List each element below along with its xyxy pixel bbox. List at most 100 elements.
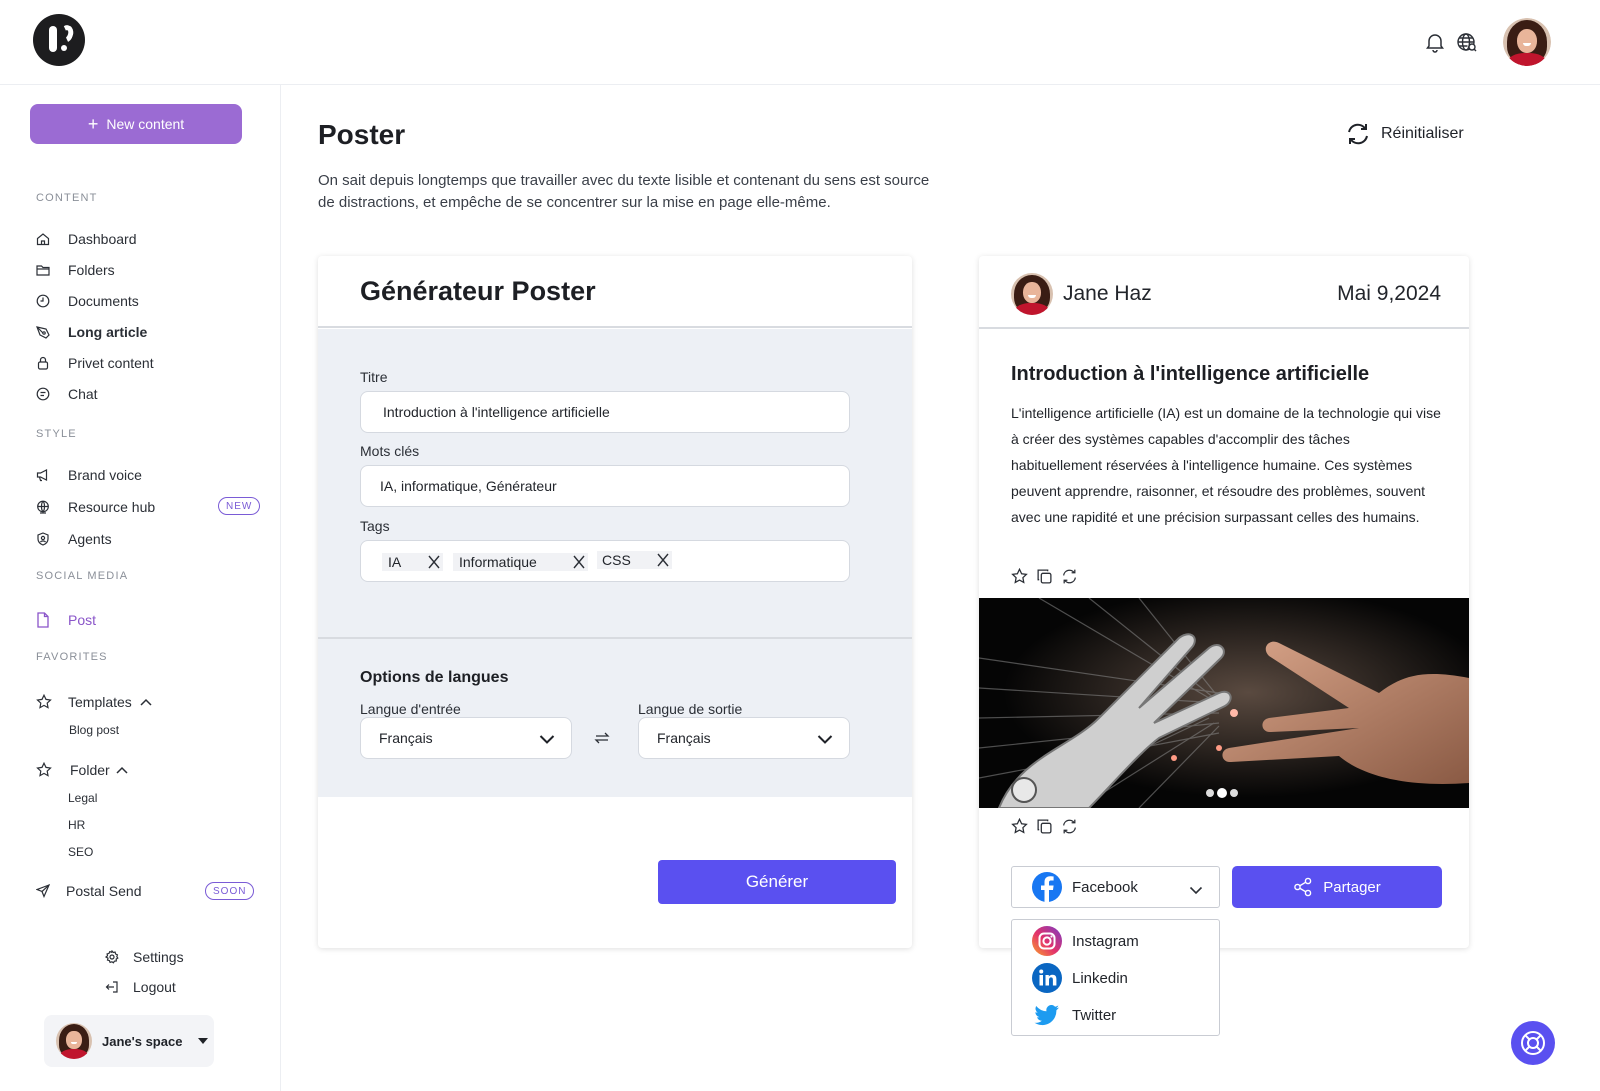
- input-language-label: Langue d'entrée: [360, 701, 461, 717]
- tag-chip: CSS: [597, 551, 672, 569]
- brand-logo-icon[interactable]: [33, 14, 85, 66]
- sidebar-item-resource-hub[interactable]: Resource hub: [36, 496, 155, 518]
- sidebar-item-folders[interactable]: Folders: [36, 259, 115, 281]
- sidebar-item-agents[interactable]: Agents: [36, 528, 112, 550]
- dropdown-item-linkedin[interactable]: Linkedin: [1032, 963, 1128, 993]
- dropdown-item-twitter[interactable]: Twitter: [1032, 1000, 1116, 1030]
- sidebar-item-templates[interactable]: Templates: [36, 691, 152, 713]
- sidebar-item-label: Privet content: [68, 355, 154, 371]
- settings-link[interactable]: Settings: [105, 946, 184, 968]
- star-icon: [36, 694, 52, 710]
- megaphone-icon: [36, 468, 50, 482]
- sidebar-item-brand-voice[interactable]: Brand voice: [36, 464, 142, 486]
- keywords-input[interactable]: IA, informatique, Générateur: [360, 465, 850, 507]
- sidebar-item-postal-send[interactable]: Postal Send: [36, 880, 142, 902]
- swap-icon[interactable]: [593, 730, 611, 746]
- dropdown-item-instagram[interactable]: Instagram: [1032, 926, 1139, 956]
- chevron-down-icon: [539, 732, 555, 744]
- sidebar-item-label: Chat: [68, 386, 98, 402]
- tag-label: Informatique: [459, 554, 537, 570]
- sidebar-subitem-seo[interactable]: SEO: [68, 845, 93, 859]
- tags-label: Tags: [360, 518, 390, 534]
- refresh-icon[interactable]: [1061, 568, 1078, 585]
- workspace-switcher[interactable]: Jane's space: [44, 1015, 214, 1067]
- star-icon[interactable]: [1011, 817, 1028, 835]
- section-label-content: CONTENT: [36, 192, 98, 204]
- document-icon: [36, 612, 50, 628]
- globe-icon[interactable]: [1456, 31, 1478, 53]
- sidebar-item-long-article[interactable]: Long article: [36, 321, 147, 343]
- bell-icon[interactable]: [1424, 31, 1446, 53]
- sidebar-item-privet-content[interactable]: Privet content: [36, 352, 154, 374]
- preview-header: Jane Haz Mai 9,2024: [979, 256, 1469, 329]
- tags-input[interactable]: IA Informatique CSS: [360, 540, 850, 582]
- user-avatar[interactable]: [1503, 18, 1551, 66]
- sidebar-subitem-legal[interactable]: Legal: [68, 791, 97, 805]
- page-description: On sait depuis longtemps que travailler …: [318, 172, 930, 211]
- sidebar-item-label: Post: [68, 612, 97, 628]
- language-options: Options de langues Langue d'entrée Franç…: [318, 637, 912, 797]
- chevron-up-icon: [140, 698, 152, 706]
- tag-chip: IA: [382, 553, 443, 571]
- generator-form: Titre Introduction à l'intelligence arti…: [318, 329, 912, 637]
- output-language-label: Langue de sortie: [638, 701, 743, 717]
- folder-icon: [36, 263, 50, 277]
- sidebar: + New content CONTENT Dashboard Folders …: [0, 85, 281, 1091]
- plus-icon: +: [87, 114, 99, 134]
- social-network-select[interactable]: Facebook: [1011, 866, 1220, 908]
- author-name: Jane Haz: [1063, 282, 1152, 305]
- keywords-label: Mots clés: [360, 443, 420, 459]
- share-button[interactable]: Partager: [1232, 866, 1442, 908]
- titre-input[interactable]: Introduction à l'intelligence artificiel…: [360, 391, 850, 433]
- reset-label: Réinitialiser: [1381, 125, 1464, 142]
- generate-button[interactable]: Générer: [658, 860, 896, 904]
- pen-icon: [36, 325, 50, 339]
- output-language-value: Français: [657, 730, 711, 746]
- reset-button[interactable]: Réinitialiser: [1345, 122, 1464, 146]
- sidebar-subitem-blog-post[interactable]: Blog post: [69, 723, 119, 737]
- post-date: Mai 9,2024: [1337, 282, 1441, 305]
- new-content-button[interactable]: + New content: [30, 104, 242, 144]
- clock-icon: [36, 294, 50, 308]
- sidebar-subitem-hr[interactable]: HR: [68, 818, 85, 832]
- send-icon: [36, 884, 50, 898]
- chat-icon: [36, 387, 50, 401]
- new-badge: NEW: [218, 497, 261, 515]
- sidebar-item-folder[interactable]: Folder: [36, 759, 128, 781]
- post-image[interactable]: [979, 598, 1469, 808]
- copy-icon[interactable]: [1036, 818, 1053, 835]
- refresh-icon[interactable]: [1061, 818, 1078, 835]
- gear-icon: [105, 950, 119, 964]
- sidebar-item-documents[interactable]: Documents: [36, 290, 139, 312]
- sidebar-item-label: Brand voice: [68, 467, 142, 483]
- settings-label: Settings: [133, 949, 184, 965]
- sidebar-item-chat[interactable]: Chat: [36, 383, 98, 405]
- chevron-down-icon: [817, 732, 833, 744]
- logout-link[interactable]: Logout: [105, 976, 176, 998]
- dropdown-item-label: Linkedin: [1072, 969, 1128, 987]
- lock-icon: [36, 356, 50, 370]
- sidebar-item-label: Long article: [68, 324, 148, 340]
- sidebar-item-post[interactable]: Post: [36, 609, 96, 631]
- output-language-select[interactable]: Français: [638, 717, 850, 759]
- tag-label: IA: [388, 554, 402, 570]
- chevron-up-icon: [116, 766, 128, 774]
- dropdown-item-label: Instagram: [1072, 932, 1139, 950]
- author-avatar: [1011, 273, 1053, 315]
- input-language-select[interactable]: Français: [360, 717, 572, 759]
- copy-icon[interactable]: [1036, 568, 1053, 585]
- close-icon[interactable]: [425, 553, 443, 571]
- share-icon: [1293, 877, 1313, 897]
- star-icon[interactable]: [1011, 567, 1028, 585]
- carousel-dots[interactable]: [1206, 788, 1238, 798]
- logout-label: Logout: [133, 979, 176, 995]
- sidebar-item-dashboard[interactable]: Dashboard: [36, 228, 137, 250]
- caret-down-icon: [198, 1038, 209, 1044]
- close-icon[interactable]: [654, 551, 672, 569]
- text-actions: [1011, 567, 1078, 585]
- help-button[interactable]: [1511, 1021, 1555, 1065]
- sidebar-item-label: Documents: [68, 293, 139, 309]
- home-icon: [36, 232, 50, 246]
- image-actions: [1011, 817, 1078, 835]
- close-icon[interactable]: [570, 553, 588, 571]
